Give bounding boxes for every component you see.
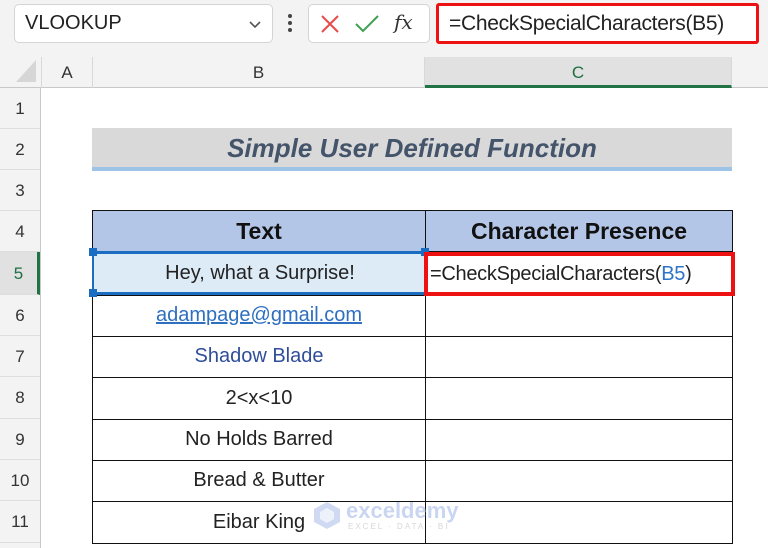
chevron-down-icon[interactable]	[248, 17, 262, 31]
selection-handle-bottom-left[interactable]	[89, 289, 97, 297]
select-all-button[interactable]	[16, 60, 36, 82]
table-cell-character-presence[interactable]	[425, 336, 733, 378]
cell-b5-value: Hey, what a Surprise!	[165, 262, 355, 284]
row-header-10[interactable]: 10	[0, 460, 40, 501]
table-header-character-presence[interactable]: Character Presence	[425, 210, 733, 252]
row-header-3[interactable]: 3	[0, 170, 40, 211]
selection-handle-top-left[interactable]	[89, 248, 97, 256]
close-icon[interactable]	[319, 13, 341, 35]
cell-c5-formula-suffix: )	[685, 263, 692, 285]
name-box-value: VLOOKUP	[25, 12, 122, 34]
cell-c5-formula-ref: B5	[661, 263, 686, 285]
cell-c5-formula-prefix: =CheckSpecialCharacters(	[430, 263, 662, 285]
table-cell-text[interactable]: 2<x<10	[92, 377, 426, 420]
column-header-a[interactable]: A	[41, 57, 93, 88]
table-cell-character-presence[interactable]	[425, 419, 733, 461]
row-header-8[interactable]: 8	[0, 377, 40, 419]
table-cell-text[interactable]: Bread & Butter	[92, 460, 426, 502]
table-cell-text[interactable]: adampage@gmail.com	[92, 295, 426, 337]
sheet-title: Simple User Defined Function	[92, 128, 732, 171]
table-cell-character-presence[interactable]	[425, 501, 733, 544]
row-header-4[interactable]: 4	[0, 211, 40, 252]
row-header-9[interactable]: 9	[0, 419, 40, 460]
table-cell-character-presence[interactable]	[425, 460, 733, 502]
row-header-7[interactable]: 7	[0, 336, 40, 377]
column-header-c[interactable]: C	[425, 57, 732, 88]
watermark: exceldemy EXCEL · DATA · BI	[312, 498, 462, 532]
cell-c5-editor[interactable]: =CheckSpecialCharacters(B5)	[424, 252, 735, 296]
exceldemy-logo-icon	[314, 502, 340, 529]
row-header-5[interactable]: 5	[0, 252, 40, 295]
formula-bar[interactable]: =CheckSpecialCharacters(B5)	[436, 3, 759, 44]
check-icon[interactable]	[353, 13, 381, 35]
table-cell-character-presence[interactable]	[425, 295, 733, 337]
table-cell-text[interactable]: Shadow Blade	[92, 336, 426, 378]
name-box[interactable]: VLOOKUP	[14, 4, 273, 43]
watermark-name: exceldemy	[346, 498, 459, 523]
watermark-tagline: EXCEL · DATA · BI	[348, 522, 450, 531]
row-header-11[interactable]: 11	[0, 501, 40, 543]
column-header-b[interactable]: B	[93, 57, 425, 88]
selected-range-b5[interactable]: Hey, what a Surprise!	[92, 251, 426, 295]
row-header-6[interactable]: 6	[0, 295, 40, 336]
formula-bar-value: =CheckSpecialCharacters(B5)	[449, 12, 724, 35]
table-cell-text[interactable]: No Holds Barred	[92, 419, 426, 461]
table-cell-character-presence[interactable]	[425, 377, 733, 420]
insert-function-button[interactable]: fx	[394, 10, 413, 34]
row-header-1[interactable]: 1	[0, 88, 40, 129]
row-header-2[interactable]: 2	[0, 129, 40, 170]
vertical-dots-icon[interactable]	[287, 12, 293, 34]
table-header-text[interactable]: Text	[92, 210, 426, 252]
email-link[interactable]: adampage@gmail.com	[156, 304, 362, 326]
formula-buttons: fx	[308, 4, 430, 43]
